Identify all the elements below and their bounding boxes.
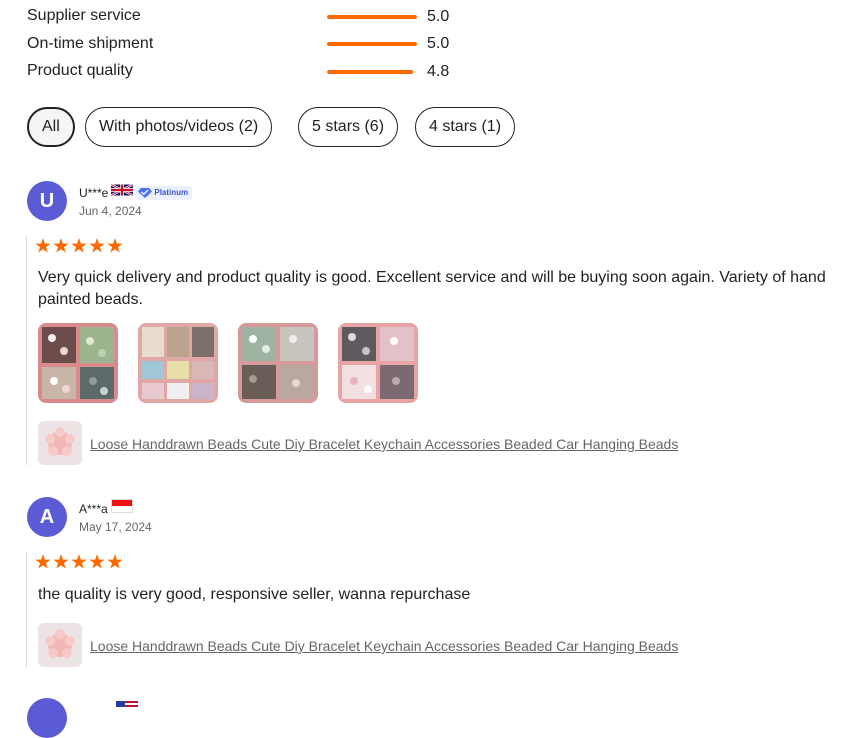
review-date: Jun 4, 2024 [79,204,142,218]
review-photo[interactable] [338,323,418,403]
product-link[interactable]: Loose Handdrawn Beads Cute Diy Bracelet … [90,436,678,452]
on-time-shipment-label: On-time shipment [27,35,154,52]
star-icon [71,238,87,253]
review-divider [26,552,27,667]
badge-label: Platinum [154,188,189,197]
star-icon [89,238,105,253]
star-icon [35,238,51,253]
star-rating [35,238,123,254]
filter-5-stars[interactable]: 5 stars (6) [298,107,399,147]
avatar: A [27,497,67,537]
review-photo[interactable] [138,323,218,403]
review-divider [26,236,27,465]
product-thumbnail[interactable] [38,421,82,465]
product-thumbnail[interactable] [38,623,82,667]
uk-flag-icon [111,183,134,202]
star-icon [35,554,51,569]
star-rating [35,554,123,570]
user-name: U***e [79,185,109,200]
product-quality-value: 4.8 [427,63,450,80]
on-time-shipment-bar [327,42,417,46]
supplier-service-value: 5.0 [427,8,450,25]
star-icon [107,238,123,253]
filter-4-stars[interactable]: 4 stars (1) [415,107,516,147]
on-time-shipment-value: 5.0 [427,35,450,52]
star-icon [71,554,87,569]
review-photo[interactable] [38,323,118,403]
star-icon [107,554,123,569]
supplier-service-bar [327,15,417,19]
review-text: Very quick delivery and product quality … [38,269,826,308]
product-link[interactable]: Loose Handdrawn Beads Cute Diy Bracelet … [90,638,678,654]
product-quality-label: Product quality [27,62,133,79]
indonesia-flag-icon [110,499,133,518]
review-header: U***e Platinum [79,183,193,202]
avatar: U [27,181,67,221]
review-text: the quality is very good, responsive sel… [38,586,471,603]
review-header: A***a [79,499,133,518]
user-name: A***a [79,501,108,516]
filter-with-photos[interactable]: With photos/videos (2) [85,107,273,147]
product-quality-bar [327,70,417,74]
supplier-service-label: Supplier service [27,7,141,24]
review-photo[interactable] [238,323,318,403]
review-date: May 17, 2024 [79,520,152,534]
avatar [27,698,67,738]
star-icon [53,238,69,253]
star-icon [89,554,105,569]
diamond-icon [138,187,153,198]
filter-all[interactable]: All [27,107,75,147]
platinum-badge: Platinum [136,185,193,200]
star-icon [53,554,69,569]
